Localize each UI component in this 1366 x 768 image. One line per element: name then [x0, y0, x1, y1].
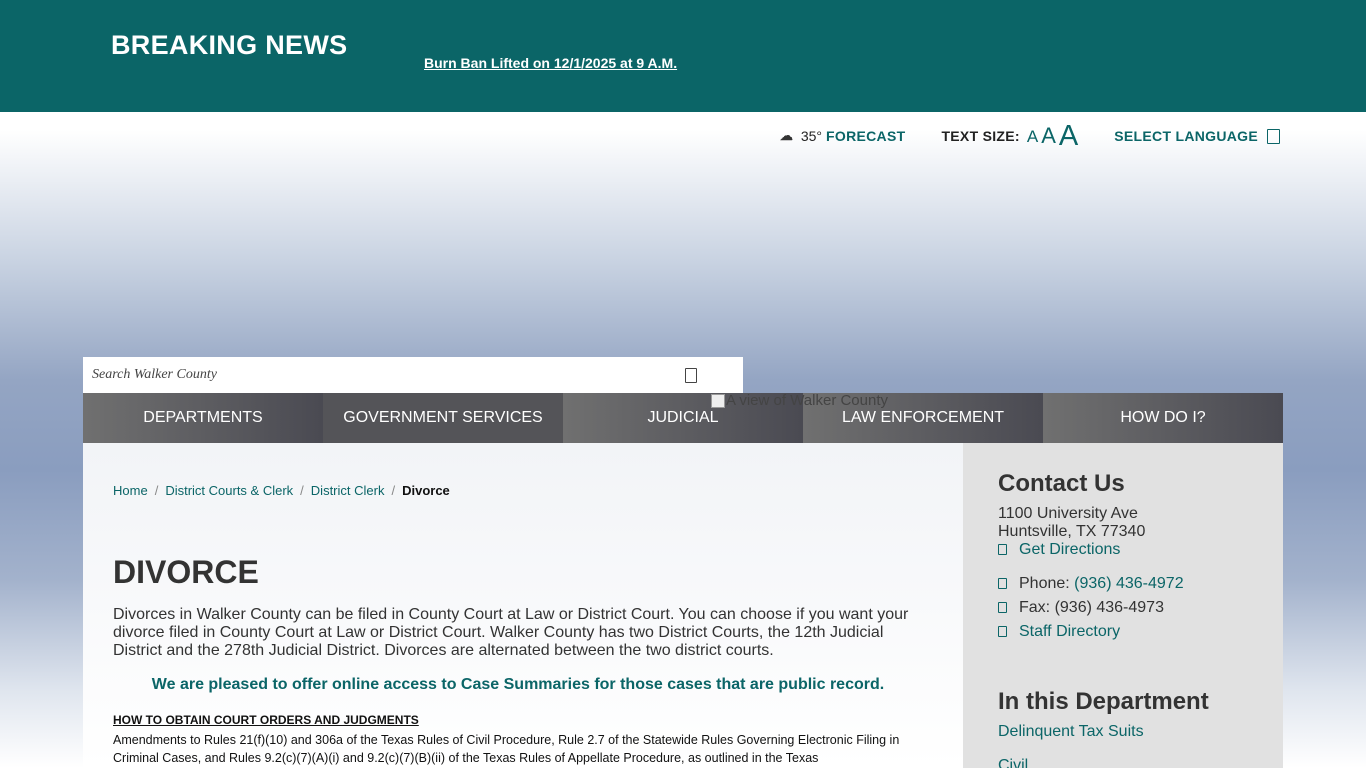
breadcrumb-current: Divorce	[402, 483, 450, 498]
utility-bar: ☁ 35° FORECAST TEXT SIZE: A A A SELECT L…	[744, 118, 1280, 154]
broken-image-icon	[711, 393, 725, 408]
text-size-small-button[interactable]: A	[1027, 128, 1038, 145]
sidebar: Contact Us 1100 University Ave Huntsvill…	[963, 443, 1283, 768]
staff-directory-link[interactable]: Staff Directory	[1019, 623, 1120, 640]
breaking-news-title: BREAKING NEWS	[111, 30, 348, 60]
forecast-link[interactable]: FORECAST	[826, 128, 905, 144]
text-size-control: TEXT SIZE: A A A	[941, 121, 1078, 151]
address-line-2: Huntsville, TX 77340	[998, 523, 1146, 540]
dept-link-row: Civil	[998, 757, 1028, 768]
language-label: SELECT LANGUAGE	[1114, 128, 1258, 144]
search-icon[interactable]	[685, 368, 697, 383]
weather-icon: ☁	[779, 128, 793, 143]
breadcrumb-separator: /	[154, 483, 159, 498]
delinquent-tax-suits-link[interactable]: Delinquent Tax Suits	[998, 723, 1144, 740]
search-bar	[83, 357, 743, 393]
breaking-news-link[interactable]: Burn Ban Lifted on 12/1/2025 at 9 A.M.	[424, 55, 677, 71]
civil-link[interactable]: Civil	[998, 757, 1028, 768]
breadcrumb-separator: /	[300, 483, 304, 498]
page-title: DIVORCE	[113, 554, 259, 590]
phone-row: Phone: (936) 436-4972	[998, 575, 1184, 593]
breadcrumb: Home / District Courts & Clerk / District Cl…	[113, 483, 450, 498]
contact-heading: Contact Us	[998, 470, 1125, 497]
staff-row: Staff Directory	[998, 623, 1120, 641]
weather-widget[interactable]: ☁ 35° FORECAST	[780, 128, 906, 144]
nav-item-how-do-i[interactable]: HOW DO I?	[1043, 393, 1283, 443]
text-size-label: TEXT SIZE:	[941, 128, 1020, 144]
text-size-large-button[interactable]: A	[1059, 121, 1078, 151]
fax-row: Fax: (936) 436-4973	[998, 599, 1164, 617]
section-heading: HOW TO OBTAIN COURT ORDERS AND JUDGMENTS	[113, 713, 419, 727]
hero-image-placeholder: A view of Walker County	[711, 392, 888, 409]
phone-link[interactable]: (936) 436-4972	[1074, 575, 1183, 592]
temperature: 35°	[800, 128, 823, 144]
hero-image-alt-text: A view of Walker County	[726, 392, 889, 409]
breadcrumb-district-courts[interactable]: District Courts & Clerk	[165, 483, 293, 498]
text-size-medium-button[interactable]: A	[1041, 125, 1056, 147]
users-icon	[998, 626, 1007, 638]
nav-item-government-services[interactable]: GOVERNMENT SERVICES	[323, 393, 563, 443]
globe-icon	[1267, 128, 1280, 144]
phone-label: Phone:	[1019, 575, 1070, 592]
search-input[interactable]	[92, 367, 652, 383]
main-content: Home / District Courts & Clerk / District Cl…	[83, 443, 963, 768]
body-paragraph: Amendments to Rules 21(f)(10) and 306a o…	[113, 733, 900, 765]
main-nav: DEPARTMENTS GOVERNMENT SERVICES JUDICIAL…	[83, 393, 1283, 443]
address-line-1: 1100 University Ave	[998, 505, 1138, 522]
nav-item-departments[interactable]: DEPARTMENTS	[83, 393, 323, 443]
phone-icon	[998, 578, 1007, 590]
dept-link-row: Delinquent Tax Suits	[998, 723, 1144, 741]
breaking-news-banner: BREAKING NEWS Burn Ban Lifted on 12/1/20…	[0, 0, 1366, 112]
fax-icon	[998, 602, 1007, 614]
get-directions-link[interactable]: Get Directions	[1019, 541, 1120, 558]
directions-row: Get Directions	[998, 541, 1120, 559]
department-heading: In this Department	[998, 688, 1209, 715]
breadcrumb-separator: /	[391, 483, 396, 498]
language-selector[interactable]: SELECT LANGUAGE	[1114, 128, 1280, 144]
breadcrumb-district-clerk[interactable]: District Clerk	[311, 483, 385, 498]
breadcrumb-home[interactable]: Home	[113, 483, 148, 498]
case-summaries-notice: We are pleased to offer online access to…	[151, 676, 885, 693]
map-marker-icon	[998, 544, 1007, 556]
fax-text: Fax: (936) 436-4973	[1019, 599, 1164, 616]
intro-paragraph: Divorces in Walker County can be filed i…	[113, 606, 909, 659]
